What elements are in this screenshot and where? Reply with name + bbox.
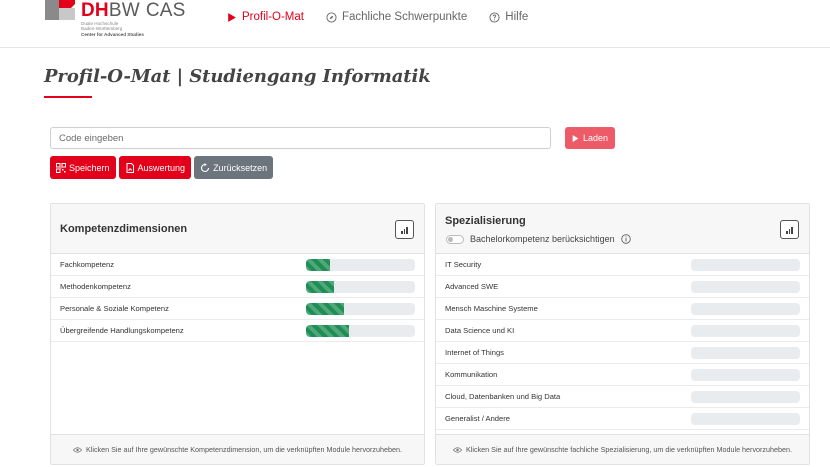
reset-icon [201,162,210,172]
spezialisierung-list: IT Security Advanced SWE Mensch Maschine… [436,254,809,430]
kompetenz-progress-fill [306,303,345,315]
spezialisierung-progress-track [691,347,800,359]
kompetenz-progress-fill [306,325,349,337]
bar-chart-icon [401,227,408,234]
nav-item-hilfe[interactable]: Hilfe [489,11,528,23]
logo-subtitle: Duale Hochschule Baden-Württemberg Cente… [81,21,144,37]
spezialisierung-row[interactable]: Kommunikation [436,364,809,386]
kompetenz-panel-title: Kompetenzdimensionen [60,223,188,235]
spezialisierung-progress-track [691,281,800,293]
spezialisierung-progress-track [691,413,800,425]
logo-brand-bw: BW [108,0,140,21]
eye-icon [452,446,462,453]
evaluation-button-label: Auswertung [137,162,186,173]
spezialisierung-progress-track [691,325,800,337]
spezialisierung-row[interactable]: Advanced SWE [436,276,809,298]
play-icon [572,134,579,142]
nav-item-profil-o-mat[interactable]: Profil-O-Mat [226,11,304,23]
spezialisierung-row-label: Mensch Maschine Systeme [445,304,538,313]
top-header: DHBW CAS Duale Hochschule Baden-Württembe… [0,0,830,48]
main-nav: Profil-O-Mat Fachliche Schwerpunkte Hilf… [226,8,528,26]
reset-button[interactable]: Zurücksetzen [194,156,274,179]
nav-item-label: Profil-O-Mat [242,11,304,23]
spezialisierung-row-label: Advanced SWE [445,282,499,291]
spezialisierung-progress-track [691,369,800,381]
spezialisierung-progress-track [691,391,800,403]
kompetenz-progress-fill [306,281,335,293]
spezialisierung-panel-footer: Klicken Sie auf Ihre gewünschte fachlich… [436,434,809,464]
kompetenz-chart-button[interactable] [395,220,414,239]
spezialisierung-panel-header: Spezialisierung Bachelorkompetenz berück… [436,204,809,254]
logo-brand-dh: DH [81,0,109,21]
nav-item-label: Hilfe [505,11,529,23]
qrcode-icon [56,162,66,173]
bachelor-toggle-label: Bachelorkompetenz berücksichtigen [470,234,615,244]
spezialisierung-row[interactable]: Generalist / Andere [436,408,809,430]
info-icon[interactable] [620,234,631,244]
spezialisierung-progress-track [691,303,800,315]
spezialisierung-chart-button[interactable] [780,220,799,239]
save-button[interactable]: Speichern [50,156,116,179]
kompetenz-panel: Kompetenzdimensionen Fachkompetenz Metho… [50,203,425,465]
kompetenz-progress-track [306,281,415,293]
spezialisierung-row-label: IT Security [445,260,482,269]
page-title: Profil-O-Mat | Studiengang Informatik [44,66,431,87]
spezialisierung-row[interactable]: Data Science und KI [436,320,809,342]
kompetenz-row[interactable]: Personale & Soziale Kompetenz [51,298,424,320]
bachelor-toggle[interactable] [446,234,464,244]
spezialisierung-panel: Spezialisierung Bachelorkompetenz berück… [435,203,810,465]
action-buttons: Speichern Auswertung Zurücksetzen [50,156,274,179]
kompetenz-panel-footer: Klicken Sie auf Ihre gewünschte Kompeten… [51,434,424,464]
nav-item-label: Fachliche Schwerpunkte [341,11,468,23]
eye-icon [72,446,82,453]
kompetenz-row-label: Personale & Soziale Kompetenz [60,304,169,313]
spezialisierung-row-label: Cloud, Datenbanken und Big Data [445,392,561,401]
kompetenz-row-label: Fachkompetenz [60,260,115,269]
kompetenz-progress-track [306,325,415,337]
spezialisierung-row-label: Internet of Things [445,348,504,357]
spezialisierung-row[interactable]: Cloud, Datenbanken und Big Data [436,386,809,408]
kompetenz-row[interactable]: Methodenkompetenz [51,276,424,298]
code-input[interactable] [50,127,551,149]
save-button-label: Speichern [69,162,110,173]
kompetenz-footer-text: Klicken Sie auf Ihre gewünschte Kompeten… [85,445,403,454]
spezialisierung-row-label: Kommunikation [445,370,498,379]
spezialisierung-panel-title: Spezialisierung [445,215,526,227]
kompetenz-list: Fachkompetenz Methodenkompetenz Personal… [51,254,424,342]
load-button[interactable]: Laden [565,127,615,149]
play-icon [228,12,236,22]
bachelor-toggle-row: Bachelorkompetenz berücksichtigen [446,234,631,244]
spezialisierung-footer-text: Klicken Sie auf Ihre gewünschte fachlich… [465,445,793,454]
kompetenz-progress-track [306,259,415,271]
kompetenz-progress-track [306,303,415,315]
nav-item-fachliche-schwerpunkte[interactable]: Fachliche Schwerpunkte [326,11,467,23]
kompetenz-progress-fill [306,259,330,271]
spezialisierung-row-label: Data Science und KI [445,326,515,335]
kompetenz-row-label: Übergreifende Handlungskompetenz [60,326,184,335]
spezialisierung-row[interactable]: Mensch Maschine Systeme [436,298,809,320]
spezialisierung-row[interactable]: IT Security [436,254,809,276]
question-circle-icon [489,11,500,23]
compass-icon [326,11,337,23]
kompetenz-row-label: Methodenkompetenz [60,282,131,291]
dhbw-cas-logo[interactable]: DHBW CAS Duale Hochschule Baden-Württembe… [45,0,195,42]
dhbw-logo-mark-icon [45,0,75,20]
evaluation-button[interactable]: Auswertung [118,156,192,179]
reset-button-label: Zurücksetzen [213,162,268,173]
spezialisierung-progress-track [691,259,800,271]
file-pdf-icon [126,162,134,173]
spezialisierung-row[interactable]: Internet of Things [436,342,809,364]
kompetenz-panel-header: Kompetenzdimensionen [51,204,424,254]
logo-brand-cas: CAS [145,0,186,21]
spezialisierung-row-label: Generalist / Andere [445,414,511,423]
kompetenz-row[interactable]: Fachkompetenz [51,254,424,276]
kompetenz-row[interactable]: Übergreifende Handlungskompetenz [51,320,424,342]
bar-chart-icon [786,227,793,234]
title-underline [44,96,92,98]
load-button-label: Laden [582,133,609,143]
